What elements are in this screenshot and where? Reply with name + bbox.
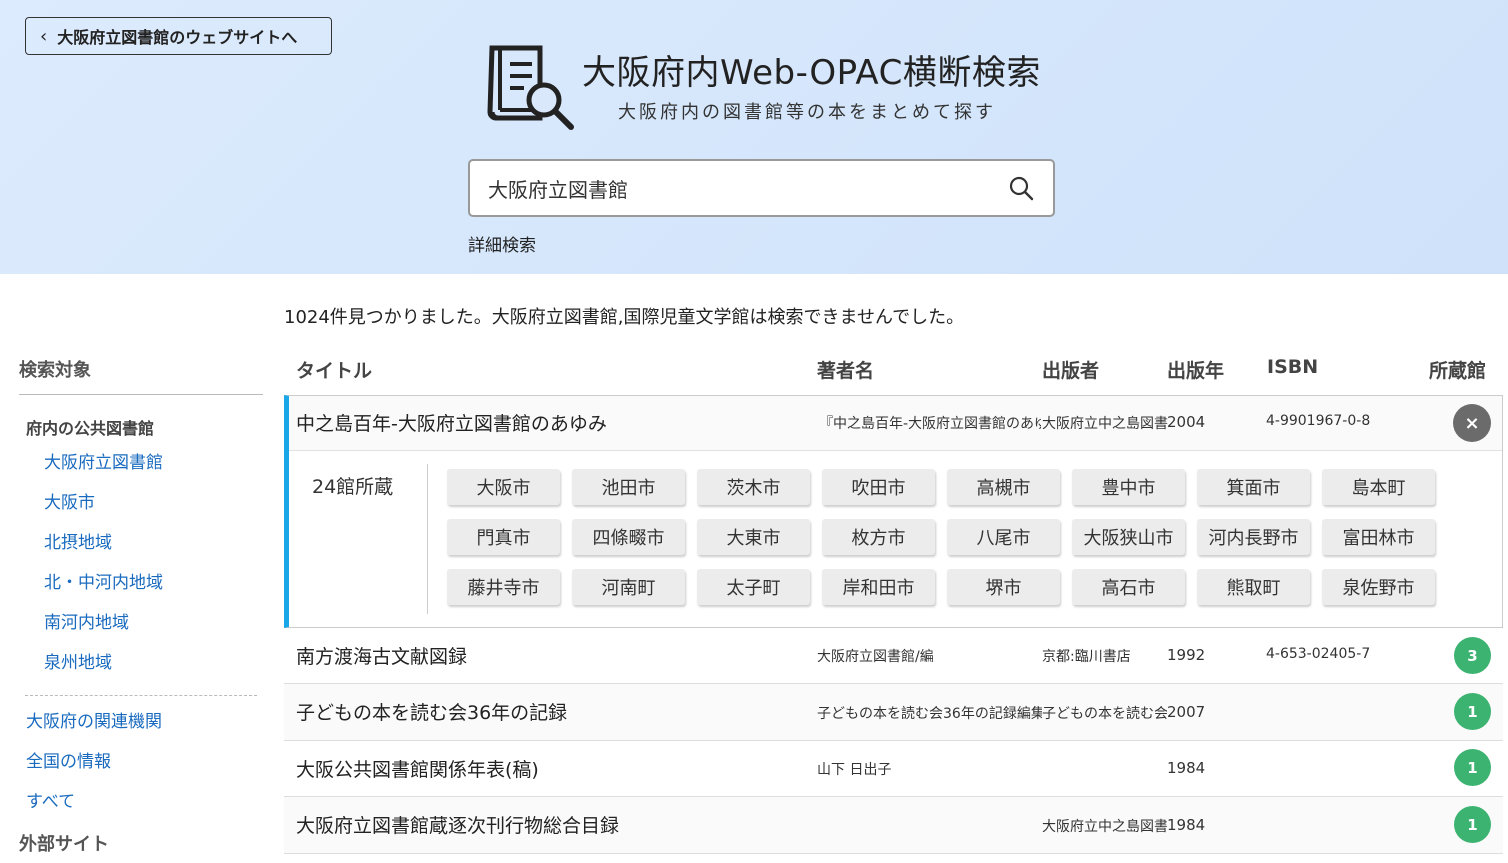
book-search-icon — [487, 45, 574, 130]
search-target-sidebar: 検索対象 府内の公共図書館 大阪府立図書館 大阪市 北摂地域 北・中河内地域 南… — [19, 340, 263, 856]
search-icon[interactable] — [1007, 174, 1035, 202]
sidebar-item-national[interactable]: 全国の情報 — [26, 742, 263, 782]
sidebar-divider — [25, 695, 257, 696]
result-publisher: 大阪府立中之島図書 — [1042, 416, 1168, 432]
result-count-message: 1024件見つかりました。大阪府立図書館,国際児童文学館は検索できませんでした。 — [284, 307, 965, 328]
library-button[interactable]: 富田林市 — [1322, 519, 1435, 555]
sidebar-item-related-institutions[interactable]: 大阪府の関連機関 — [26, 702, 263, 742]
library-button[interactable]: 泉佐野市 — [1322, 569, 1435, 605]
library-button[interactable]: 河南町 — [572, 569, 685, 605]
sidebar-item-all[interactable]: すべて — [26, 782, 263, 822]
holding-count-badge[interactable]: 1 — [1454, 806, 1491, 843]
library-button-grid: 大阪市 池田市 茨木市 吹田市 高槻市 豊中市 箕面市 島本町 門真市 四條畷市… — [447, 469, 1435, 605]
result-year: 1984 — [1167, 759, 1206, 777]
result-publisher: 京都:臨川書店 — [1042, 649, 1131, 665]
sidebar-group-public-libraries[interactable]: 府内の公共図書館 — [26, 415, 263, 439]
library-button[interactable]: 河内長野市 — [1197, 519, 1310, 555]
column-header-year[interactable]: 出版年 — [1167, 356, 1224, 383]
search-bar — [468, 159, 1055, 217]
holding-count-badge[interactable]: 3 — [1454, 637, 1491, 674]
sidebar-item-hokusetsu[interactable]: 北摂地域 — [44, 523, 263, 563]
library-button[interactable]: 高石市 — [1072, 569, 1185, 605]
holding-count-badge[interactable]: 1 — [1454, 693, 1491, 730]
result-year: 1984 — [1167, 816, 1206, 834]
result-publisher: 子どもの本を読む会 — [1042, 706, 1167, 722]
result-author: 大阪府立図書館/編 — [817, 649, 934, 665]
library-button[interactable]: 吹田市 — [822, 469, 935, 505]
result-year: 2004 — [1167, 413, 1206, 431]
library-button[interactable]: 岸和田市 — [822, 569, 935, 605]
site-header: ‹ 大阪府立図書館のウェブサイトへ 大阪府内Web-OPAC横断検索 大阪府内の… — [0, 0, 1508, 274]
sidebar-heading-external: 外部サイト — [19, 834, 109, 855]
library-button[interactable]: 藤井寺市 — [447, 569, 560, 605]
result-isbn: 4-653-02405-7 — [1266, 646, 1371, 662]
result-year: 2007 — [1167, 703, 1206, 721]
library-button[interactable]: 島本町 — [1322, 469, 1435, 505]
library-button[interactable]: 八尾市 — [947, 519, 1060, 555]
library-button[interactable]: 大阪狭山市 — [1072, 519, 1185, 555]
sidebar-heading: 検索対象 — [19, 340, 263, 395]
table-row[interactable]: 大阪府立図書館蔵逐次刊行物総合目録 大阪府立中之島図書 1984 1 — [284, 797, 1503, 854]
library-button[interactable]: 堺市 — [947, 569, 1060, 605]
sidebar-item-minamikawachi[interactable]: 南河内地域 — [44, 603, 263, 643]
column-header-title[interactable]: タイトル — [296, 356, 372, 383]
result-title[interactable]: 南方渡海古文献図録 — [296, 642, 467, 669]
library-button[interactable]: 茨木市 — [697, 469, 810, 505]
result-title[interactable]: 子どもの本を読む会36年の記録 — [296, 698, 567, 725]
column-header-publisher[interactable]: 出版者 — [1042, 356, 1099, 383]
result-author: 山下 日出子 — [817, 762, 892, 778]
expanded-result-row[interactable]: 中之島百年-大阪府立図書館のあゆみ 『中之島百年-大阪府立図書館のあゆ 大阪府立… — [284, 395, 1503, 628]
library-button[interactable]: 池田市 — [572, 469, 685, 505]
column-header-author[interactable]: 著者名 — [817, 356, 874, 383]
expanded-row-summary[interactable]: 中之島百年-大阪府立図書館のあゆみ 『中之島百年-大阪府立図書館のあゆ 大阪府立… — [289, 396, 1502, 451]
holding-count-badge[interactable]: 1 — [1454, 749, 1491, 786]
holding-divider — [427, 464, 428, 614]
close-holdings-button[interactable]: × — [1453, 404, 1491, 442]
library-button[interactable]: 熊取町 — [1197, 569, 1310, 605]
library-button[interactable]: 太子町 — [697, 569, 810, 605]
column-header-isbn[interactable]: ISBN — [1267, 356, 1318, 378]
library-button[interactable]: 豊中市 — [1072, 469, 1185, 505]
result-title[interactable]: 大阪公共図書館関係年表(稿) — [296, 755, 539, 782]
search-input[interactable] — [470, 161, 1007, 215]
library-button[interactable]: 門真市 — [447, 519, 560, 555]
result-author: 『中之島百年-大阪府立図書館のあゆ — [819, 416, 1041, 432]
result-year: 1992 — [1167, 646, 1206, 664]
site-subtitle: 大阪府内の図書館等の本をまとめて探す — [618, 102, 996, 123]
result-title[interactable]: 中之島百年-大阪府立図書館のあゆみ — [296, 409, 607, 436]
library-button[interactable]: 箕面市 — [1197, 469, 1310, 505]
column-header-holdings[interactable]: 所蔵館 — [1429, 356, 1486, 383]
advanced-search-link[interactable]: 詳細検索 — [468, 231, 536, 256]
back-button-label: 大阪府立図書館のウェブサイトへ — [57, 28, 298, 47]
library-button[interactable]: 高槻市 — [947, 469, 1060, 505]
library-button[interactable]: 大阪市 — [447, 469, 560, 505]
table-row[interactable]: 南方渡海古文献図録 大阪府立図書館/編 京都:臨川書店 1992 4-653-0… — [284, 628, 1503, 684]
sidebar-item-osaka-city[interactable]: 大阪市 — [44, 483, 263, 523]
library-button[interactable]: 四條畷市 — [572, 519, 685, 555]
chevron-left-icon: ‹ — [40, 25, 48, 47]
sidebar-item-osaka-prefectural[interactable]: 大阪府立図書館 — [44, 443, 263, 483]
library-button[interactable]: 枚方市 — [822, 519, 935, 555]
library-button[interactable]: 大東市 — [697, 519, 810, 555]
holding-count-label: 24館所蔵 — [312, 476, 394, 498]
result-author: 子どもの本を読む会36年の記録編集 — [817, 706, 1042, 722]
result-isbn: 4-9901967-0-8 — [1266, 413, 1371, 429]
result-title[interactable]: 大阪府立図書館蔵逐次刊行物総合目録 — [296, 811, 619, 838]
site-title: 大阪府内Web-OPAC横断検索 — [582, 53, 1041, 93]
table-row[interactable]: 子どもの本を読む会36年の記録 子どもの本を読む会36年の記録編集 子どもの本を… — [284, 684, 1503, 741]
table-row[interactable]: 大阪公共図書館関係年表(稿) 山下 日出子 1984 1 — [284, 741, 1503, 797]
sidebar-item-kita-nakakawachi[interactable]: 北・中河内地域 — [44, 563, 263, 603]
result-publisher: 大阪府立中之島図書 — [1042, 819, 1167, 835]
back-to-library-button[interactable]: ‹ 大阪府立図書館のウェブサイトへ — [25, 17, 332, 55]
sidebar-item-senshu[interactable]: 泉州地域 — [44, 643, 263, 683]
